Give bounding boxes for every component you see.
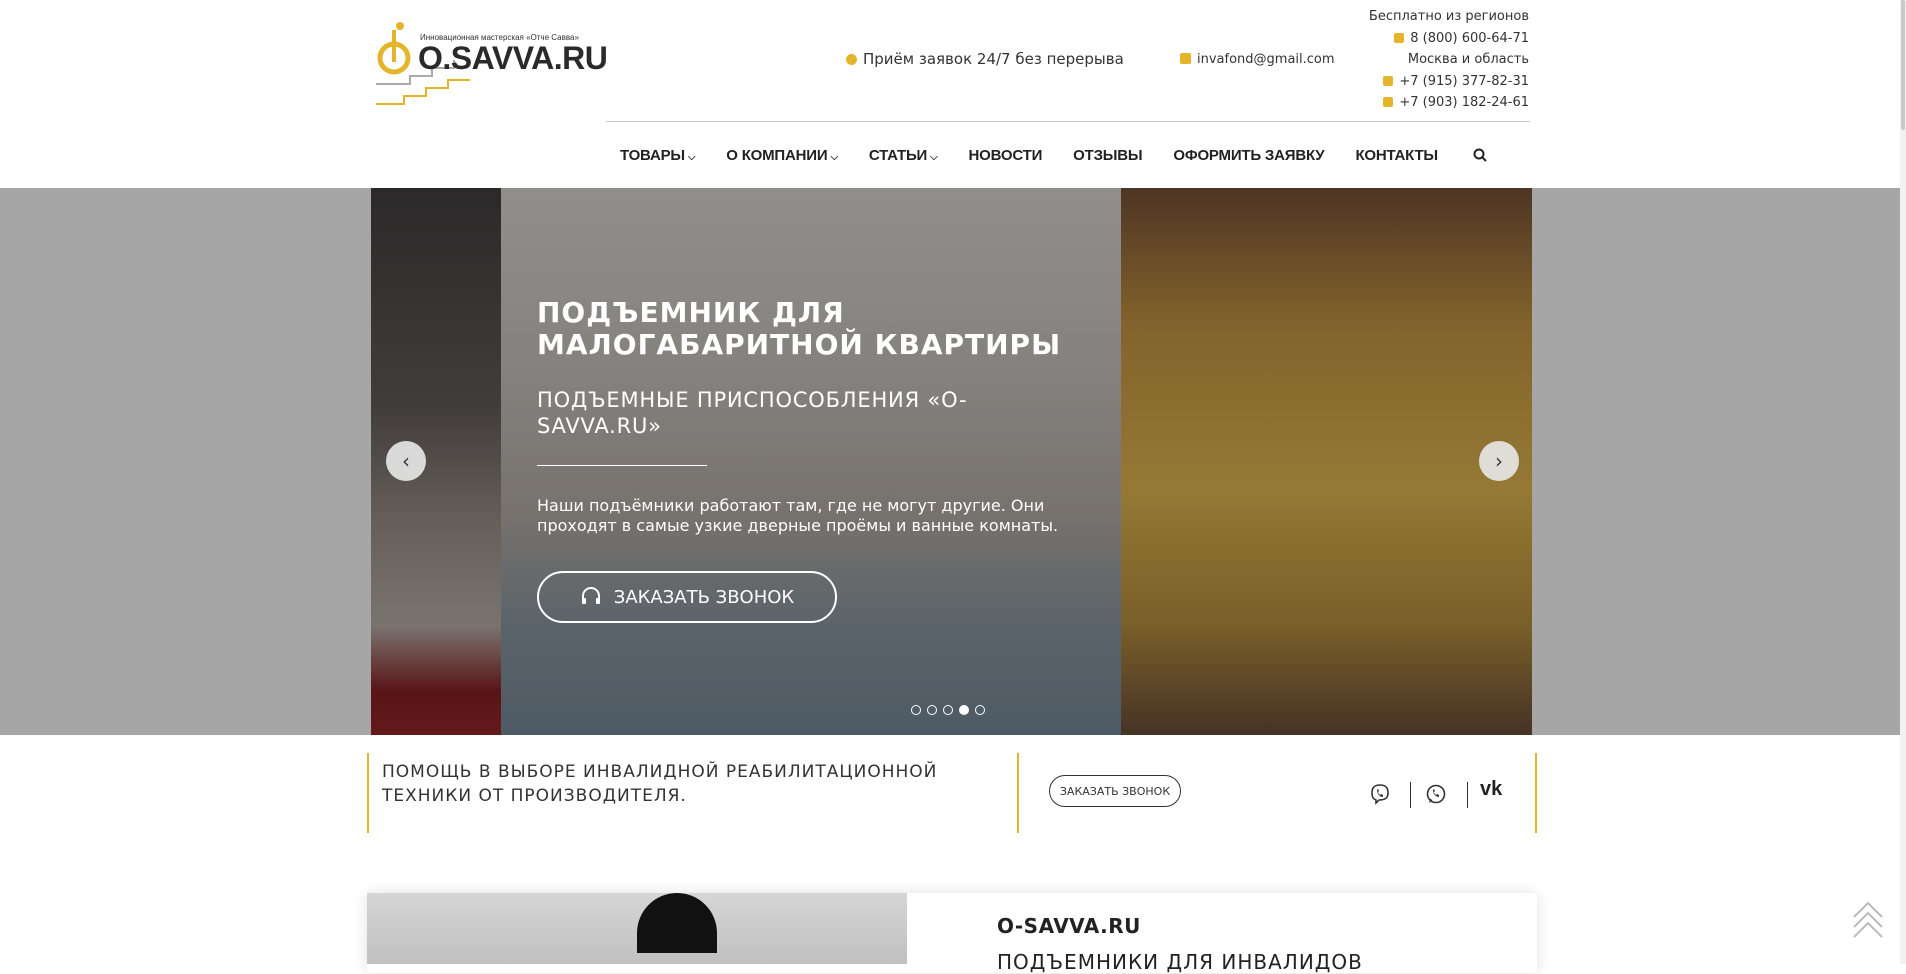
- slider-dot-active[interactable]: [959, 705, 969, 715]
- clock-icon: [846, 54, 857, 65]
- nav-item-news[interactable]: НОВОСТИ: [955, 147, 1060, 164]
- vk-icon[interactable]: vk: [1480, 778, 1502, 801]
- working-hours-text: Приём заявок 24/7 без перерыва: [863, 50, 1124, 68]
- nav-item-about[interactable]: О КОМПАНИИ ⌵: [712, 147, 855, 164]
- whatsapp-icon[interactable]: [1424, 782, 1448, 806]
- email-text[interactable]: invafond@gmail.com: [1197, 52, 1335, 67]
- about-title: O-SAVVA.RU: [997, 914, 1141, 938]
- social-separator: [1467, 782, 1468, 808]
- slider-dot[interactable]: [911, 705, 921, 715]
- social-separator: [1410, 782, 1411, 808]
- scrollbar-thumb[interactable]: [1901, 0, 1905, 130]
- infobar-right-border: [1535, 753, 1537, 833]
- slider-next-button[interactable]: ›: [1479, 441, 1519, 481]
- main-nav: ТОВАРЫ ⌵ О КОМПАНИИ ⌵ СТАТЬИ ⌵ НОВОСТИ ОТЗЫ…: [606, 140, 1487, 170]
- hero-button-label: ЗАКАЗАТЬ ЗВОНОК: [613, 586, 795, 608]
- viber-icon[interactable]: [1368, 782, 1392, 806]
- hero-title: ПОДЪЕМНИК ДЛЯ МАЛОГАБАРИТНОЙ КВАРТИРЫ: [537, 296, 1062, 361]
- hero-order-call-button[interactable]: ЗАКАЗАТЬ ЗВОНОК: [537, 571, 837, 623]
- slider-dot[interactable]: [943, 705, 953, 715]
- chevron-down-icon: ⌵: [830, 151, 838, 163]
- nav-item-reviews[interactable]: ОТЗЫВЫ: [1059, 147, 1159, 164]
- phone-icon: [1394, 32, 1405, 43]
- infobar-order-call-button[interactable]: ЗАКАЗАТЬ ЗВОНОК: [1049, 775, 1181, 807]
- free-call-label: Бесплатно из регионов: [1368, 9, 1529, 24]
- chevron-down-icon: ⌵: [930, 151, 938, 163]
- moscow-label: Москва и область: [1407, 52, 1529, 67]
- infobar-left-border: [367, 753, 369, 833]
- phone-icon: [1383, 97, 1394, 107]
- nav-item-articles[interactable]: СТАТЬИ ⌵: [855, 147, 955, 164]
- phone-1[interactable]: +7 (915) 377-82-31: [1369, 71, 1529, 93]
- hero-slide-image: [371, 188, 1532, 735]
- slider-dot[interactable]: [927, 705, 937, 715]
- about-image: [367, 893, 907, 964]
- header-divider: [606, 121, 1530, 122]
- email-link[interactable]: invafond@gmail.com: [1180, 52, 1335, 67]
- infobar-divider: [1017, 753, 1019, 833]
- infobar-text: ПОМОЩЬ В ВЫБОРЕ ИНВАЛИДНОЙ РЕАБИЛИТАЦИОН…: [382, 762, 938, 806]
- headset-icon: [581, 587, 600, 604]
- scroll-to-top-icon[interactable]: [1850, 899, 1886, 941]
- mail-icon: [1180, 53, 1191, 64]
- chevron-down-icon: ⌵: [687, 151, 696, 163]
- chevron-left-icon: ‹: [402, 449, 410, 473]
- nav-item-contacts[interactable]: КОНТАКТЫ: [1341, 147, 1454, 164]
- hero-description: Наши подъёмники работают там, где не мог…: [537, 496, 1059, 535]
- phone-2[interactable]: +7 (903) 182-24-61: [1369, 92, 1529, 114]
- slider-dots: [911, 705, 985, 715]
- about-subtitle: ПОДЪЕМНИКИ ДЛЯ ИНВАЛИДОВ: [997, 950, 1363, 974]
- logo-text[interactable]: O.SAVVA.RU: [418, 40, 608, 77]
- nav-item-products[interactable]: ТОВАРЫ ⌵: [606, 147, 712, 164]
- slider-dot[interactable]: [975, 705, 985, 715]
- slider-prev-button[interactable]: ‹: [386, 441, 426, 481]
- hero-subtitle: ПОДЪЕМНЫЕ ПРИСПОСОБЛЕНИЯ «O-SAVVA.RU»: [537, 388, 968, 438]
- search-icon[interactable]: [1473, 148, 1487, 162]
- chevron-right-icon: ›: [1495, 449, 1503, 473]
- hero-divider: [537, 465, 707, 466]
- nav-item-order[interactable]: ОФОРМИТЬ ЗАЯВКУ: [1159, 147, 1341, 164]
- phone-icon: [1383, 75, 1394, 86]
- page-scrollbar[interactable]: [1900, 0, 1906, 964]
- working-hours: Приём заявок 24/7 без перерыва: [846, 50, 1124, 68]
- free-phone[interactable]: 8 (800) 600-64-71: [1369, 28, 1529, 50]
- contacts-block: Бесплатно из регионов 8 (800) 600-64-71 …: [1369, 6, 1529, 114]
